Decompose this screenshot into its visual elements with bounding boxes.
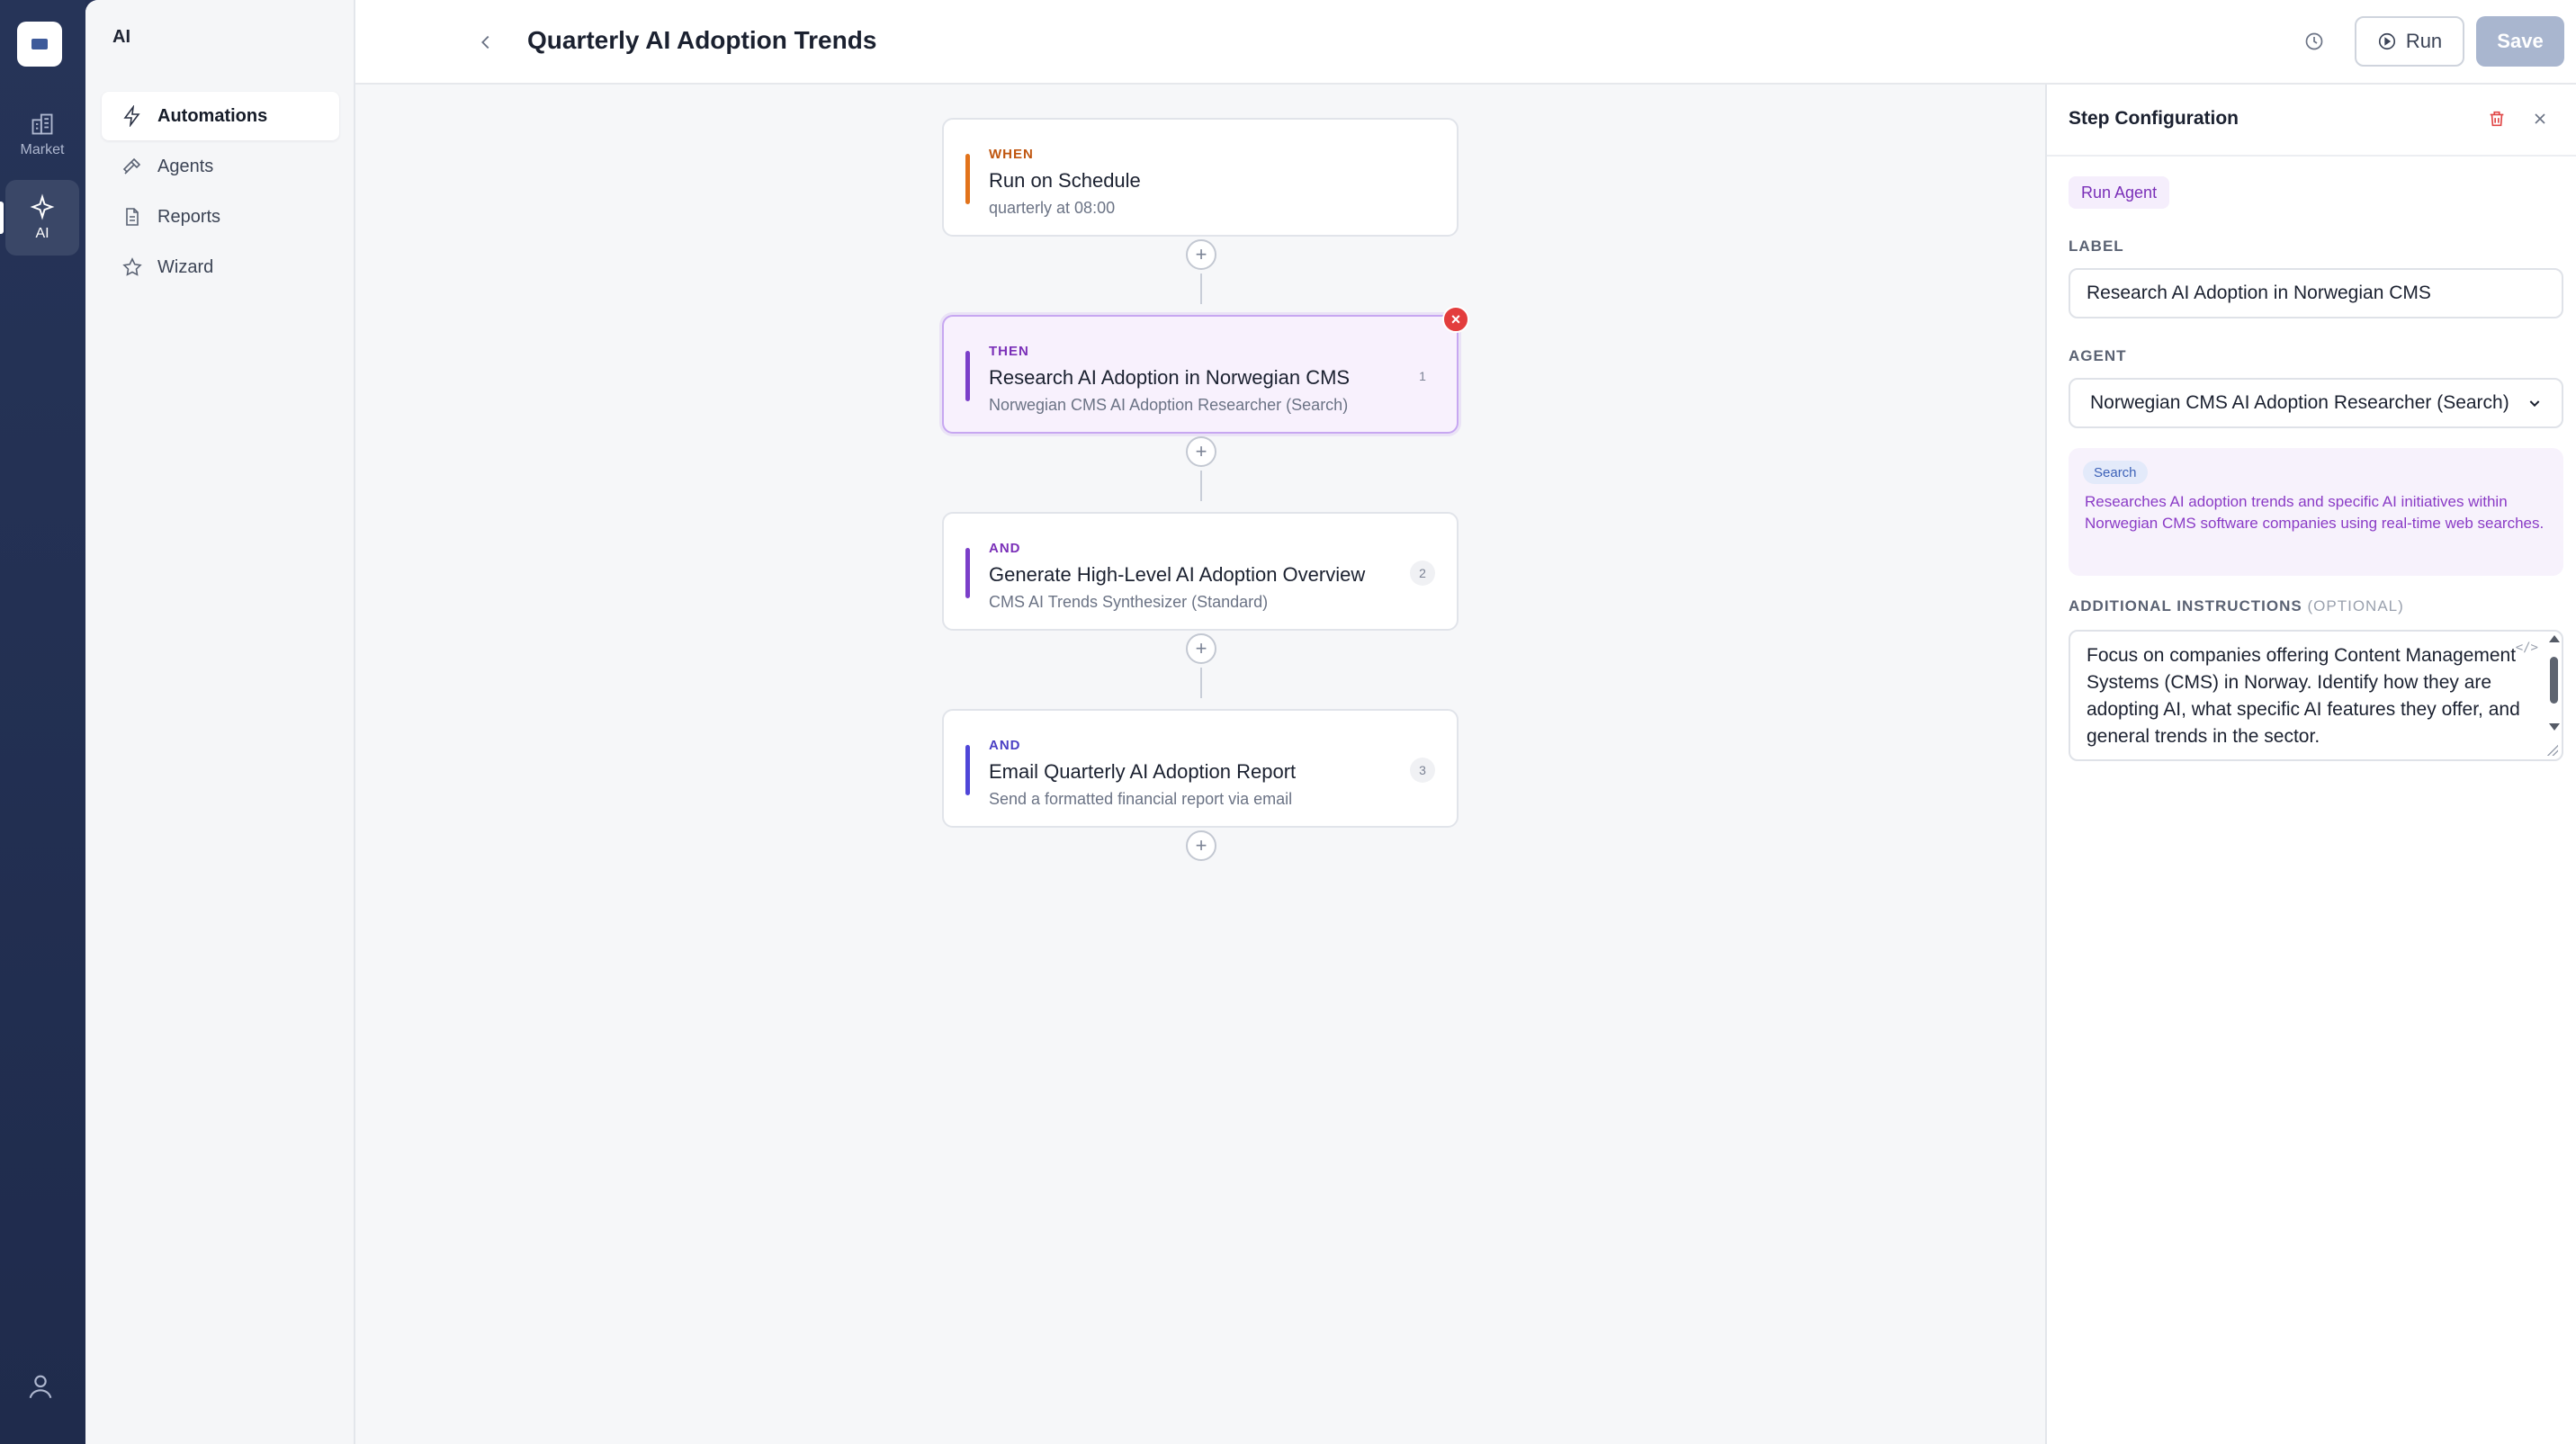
instructions-optional-text: (OPTIONAL) (2307, 597, 2404, 614)
chevron-left-icon (481, 35, 489, 49)
label-field-heading: LABEL (2069, 238, 2124, 255)
label-input[interactable]: Research AI Adoption in Norwegian CMS (2069, 268, 2563, 318)
app-logo[interactable] (17, 22, 62, 67)
run-button[interactable]: Run (2355, 16, 2464, 67)
document-icon (126, 208, 139, 226)
step-config-panel: Step Configuration Run Agent LABEL Resea… (2045, 85, 2576, 1444)
step-accent-bar (965, 154, 970, 204)
panel-header: Step Configuration (2047, 85, 2576, 157)
step-card-trigger[interactable]: WHEN Run on Schedule quarterly at 08:00 (942, 118, 1459, 237)
step-kind: AND (989, 738, 1021, 753)
sparkle-icon (30, 193, 55, 220)
workflow-canvas: WHEN Run on Schedule quarterly at 08:00 … (355, 85, 2047, 1444)
close-icon (2535, 113, 2545, 124)
hammer-icon (122, 157, 141, 175)
instructions-heading-text: ADDITIONAL INSTRUCTIONS (2069, 597, 2302, 614)
step-subtitle: Send a formatted financial report via em… (989, 790, 1293, 808)
instructions-field-heading: ADDITIONAL INSTRUCTIONS (OPTIONAL) (2069, 597, 2404, 615)
step-accent-bar (965, 745, 970, 795)
icon-rail: Market AI (0, 0, 85, 1444)
run-button-label: Run (2405, 30, 2443, 52)
sidebar-item-wizard[interactable]: Wizard (102, 243, 339, 291)
rail-item-label: AI (35, 226, 49, 241)
add-step-button[interactable]: + (1186, 830, 1216, 861)
step-connector (1200, 471, 1202, 501)
step-accent-bar (965, 548, 970, 598)
sidebar-item-reports[interactable]: Reports (102, 193, 339, 241)
play-circle-icon (2378, 32, 2395, 50)
step-card-research[interactable]: THEN Research AI Adoption in Norwegian C… (942, 306, 1469, 434)
sidebar-item-label: Wizard (157, 256, 214, 277)
logo-mark (31, 39, 48, 49)
user-profile-button[interactable] (25, 1371, 56, 1402)
code-icon[interactable]: </> (2516, 641, 2538, 655)
sidebar-item-label: Agents (157, 156, 214, 176)
clock-icon (2305, 32, 2323, 50)
sidebar-title: AI (112, 27, 130, 47)
step-title: Email Quarterly AI Adoption Report (989, 760, 1297, 783)
step-title: Generate High-Level AI Adoption Overview (989, 563, 1366, 586)
add-step-button[interactable]: + (1186, 239, 1216, 270)
label-input-value: Research AI Adoption in Norwegian CMS (2087, 283, 2431, 303)
rail-item-label: Market (20, 142, 65, 157)
trash-icon (2490, 111, 2504, 127)
agent-description: Researches AI adoption trends and specif… (2085, 493, 2545, 532)
main-frame: AI Automations Agents Reports Wizard Qua… (85, 0, 2576, 1444)
building-icon (31, 113, 53, 135)
agent-field-heading: AGENT (2069, 347, 2127, 364)
step-number: 3 (1410, 758, 1435, 783)
agent-select-value: Norwegian CMS AI Adoption Researcher (Se… (2090, 392, 2509, 413)
sidebar: AI Automations Agents Reports Wizard (85, 0, 355, 1444)
scroll-down-arrow[interactable] (2549, 723, 2560, 731)
rail-item-ai[interactable]: AI (0, 180, 79, 256)
step-card-email[interactable]: AND Email Quarterly AI Adoption Report S… (942, 709, 1459, 828)
rail-item-market[interactable]: Market (5, 97, 79, 173)
step-card-overview[interactable]: AND Generate High-Level AI Adoption Over… (942, 512, 1459, 631)
top-bar: Quarterly AI Adoption Trends Run Save (355, 0, 2576, 85)
remove-step-button[interactable]: × (1442, 306, 1469, 333)
agent-type-tag: Search (2083, 461, 2148, 484)
add-step-button[interactable]: + (1186, 436, 1216, 467)
step-kind: AND (989, 541, 1021, 556)
step-number: 1 (1419, 369, 1426, 383)
step-subtitle: CMS AI Trends Synthesizer (Standard) (989, 593, 1269, 611)
instructions-textarea[interactable]: Focus on companies offering Content Mana… (2069, 630, 2563, 761)
step-title: Research AI Adoption in Norwegian CMS (989, 366, 1351, 389)
scrollbar-thumb[interactable] (2550, 657, 2558, 704)
step-connector (1200, 274, 1202, 304)
close-panel-button[interactable] (2527, 106, 2553, 131)
step-subtitle: Norwegian CMS AI Adoption Researcher (Se… (989, 396, 1349, 414)
star-icon (122, 257, 142, 276)
add-step-button[interactable]: + (1186, 633, 1216, 664)
agent-info-box: Search Researches AI adoption trends and… (2069, 448, 2563, 576)
step-connector (1200, 668, 1202, 698)
scroll-up-arrow[interactable] (2549, 635, 2560, 642)
resize-handle[interactable] (2547, 745, 2558, 756)
step-subtitle: quarterly at 08:00 (989, 199, 1116, 217)
page-title: Quarterly AI Adoption Trends (527, 26, 877, 54)
panel-title: Step Configuration (2069, 108, 2239, 129)
save-button-label: Save (2497, 30, 2544, 52)
bolt-icon (123, 105, 140, 127)
step-title: Run on Schedule (989, 169, 1141, 192)
instructions-text: Focus on companies offering Content Mana… (2087, 645, 2526, 747)
save-button[interactable]: Save (2476, 16, 2564, 67)
step-number: 2 (1410, 561, 1435, 586)
sidebar-item-automations[interactable]: Automations (102, 92, 339, 140)
sidebar-item-label: Automations (157, 105, 268, 126)
step-accent-bar (965, 351, 970, 401)
history-button[interactable] (2301, 28, 2328, 55)
step-type-pill: Run Agent (2069, 176, 2170, 209)
delete-step-button[interactable] (2484, 106, 2509, 131)
chevron-down-icon (2529, 400, 2540, 408)
sidebar-item-agents[interactable]: Agents (102, 142, 339, 191)
agent-select[interactable]: Norwegian CMS AI Adoption Researcher (Se… (2069, 378, 2563, 428)
step-kind: THEN (989, 344, 1029, 359)
user-icon (29, 1375, 52, 1399)
back-button[interactable] (472, 29, 499, 56)
sidebar-item-label: Reports (157, 206, 221, 227)
step-kind: WHEN (989, 147, 1034, 162)
